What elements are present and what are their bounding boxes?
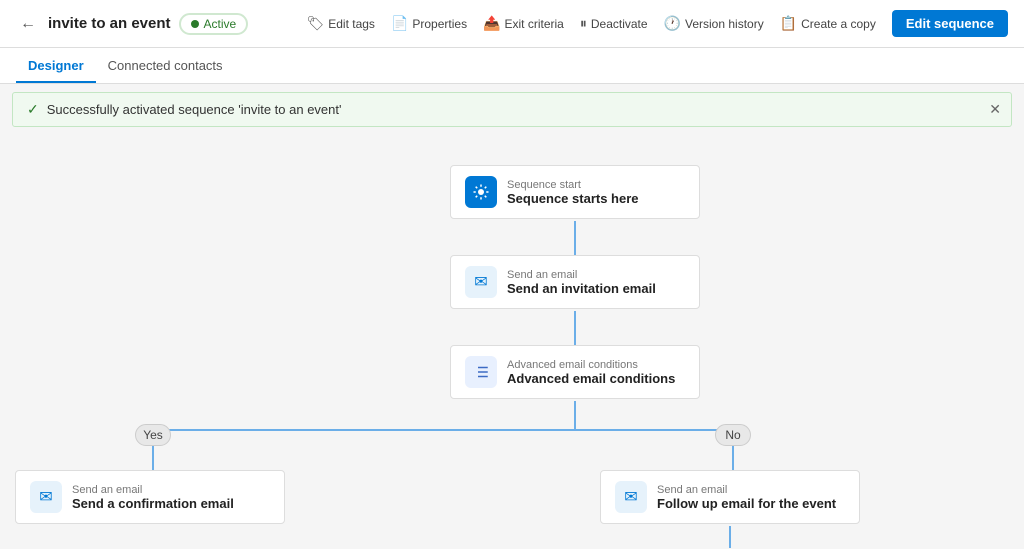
send-invitation-label-small: Send an email bbox=[507, 269, 656, 281]
follow-up-email-labels: Send an email Follow up email for the ev… bbox=[657, 484, 836, 511]
sequence-start-label-small: Sequence start bbox=[507, 179, 639, 191]
exit-criteria-icon: 📤 bbox=[483, 15, 500, 32]
send-confirmation-label-small: Send an email bbox=[72, 484, 234, 496]
advanced-conditions-1-labels: Advanced email conditions Advanced email… bbox=[507, 359, 675, 386]
sequence-start-labels: Sequence start Sequence starts here bbox=[507, 179, 639, 206]
edit-tags-button[interactable]: 🏷 Edit tags bbox=[306, 15, 374, 32]
create-copy-button[interactable]: 📋 Create a copy bbox=[780, 15, 876, 32]
header-actions: 🏷 Edit tags 📄 Properties 📤 Exit criteria… bbox=[306, 10, 1008, 37]
success-icon: ✓ bbox=[27, 101, 39, 118]
deactivate-icon: ⏸ bbox=[580, 15, 587, 32]
back-button[interactable]: ← bbox=[16, 11, 40, 37]
send-confirmation-labels: Send an email Send a confirmation email bbox=[72, 484, 234, 511]
properties-button[interactable]: 📄 Properties bbox=[391, 15, 467, 32]
edit-sequence-button[interactable]: Edit sequence bbox=[892, 10, 1008, 37]
sequence-start-label-main: Sequence starts here bbox=[507, 191, 639, 206]
banner-message: Successfully activated sequence 'invite … bbox=[47, 102, 342, 117]
properties-label: Properties bbox=[412, 17, 467, 31]
copy-icon: 📋 bbox=[780, 15, 797, 32]
exit-criteria-button[interactable]: 📤 Exit criteria bbox=[483, 15, 564, 32]
create-copy-label: Create a copy bbox=[801, 17, 876, 31]
app-header: ← invite to an event Active 🏷 Edit tags … bbox=[0, 0, 1024, 48]
send-confirmation-icon: ✉ bbox=[30, 481, 62, 513]
send-invitation-labels: Send an email Send an invitation email bbox=[507, 269, 656, 296]
tab-designer[interactable]: Designer bbox=[16, 50, 96, 83]
tab-connected-contacts[interactable]: Connected contacts bbox=[96, 50, 235, 83]
version-history-label: Version history bbox=[685, 17, 764, 31]
node-send-confirmation[interactable]: ✉ Send an email Send a confirmation emai… bbox=[15, 470, 285, 524]
node-sequence-start[interactable]: Sequence start Sequence starts here bbox=[450, 165, 700, 219]
yes-branch-label: Yes bbox=[135, 424, 171, 446]
sequence-title: invite to an event bbox=[48, 15, 171, 32]
send-invitation-label-main: Send an invitation email bbox=[507, 281, 656, 296]
properties-icon: 📄 bbox=[391, 15, 408, 32]
advanced-conditions-1-icon bbox=[465, 356, 497, 388]
deactivate-label: Deactivate bbox=[591, 17, 648, 31]
advanced-conditions-1-label-small: Advanced email conditions bbox=[507, 359, 675, 371]
advanced-conditions-1-label-main: Advanced email conditions bbox=[507, 371, 675, 386]
sequence-start-icon bbox=[465, 176, 497, 208]
send-invitation-icon: ✉ bbox=[465, 266, 497, 298]
send-confirmation-label-main: Send a confirmation email bbox=[72, 496, 234, 511]
node-follow-up-email[interactable]: ✉ Send an email Follow up email for the … bbox=[600, 470, 860, 524]
history-icon: 🕐 bbox=[664, 15, 681, 32]
exit-criteria-label: Exit criteria bbox=[505, 17, 564, 31]
active-label: Active bbox=[204, 17, 237, 31]
follow-up-email-label-main: Follow up email for the event bbox=[657, 496, 836, 511]
edit-tags-label: Edit tags bbox=[328, 17, 375, 31]
follow-up-email-icon: ✉ bbox=[615, 481, 647, 513]
node-advanced-conditions-1[interactable]: Advanced email conditions Advanced email… bbox=[450, 345, 700, 399]
close-banner-button[interactable]: ✕ bbox=[989, 101, 1001, 118]
flow-canvas: Sequence start Sequence starts here ✉ Se… bbox=[0, 135, 1024, 548]
follow-up-email-label-small: Send an email bbox=[657, 484, 836, 496]
success-banner: ✓ Successfully activated sequence 'invit… bbox=[12, 92, 1012, 127]
active-badge: Active bbox=[179, 13, 249, 35]
no-branch-label: No bbox=[715, 424, 751, 446]
version-history-button[interactable]: 🕐 Version history bbox=[664, 15, 764, 32]
tab-bar: Designer Connected contacts bbox=[0, 48, 1024, 84]
active-dot bbox=[191, 20, 199, 28]
node-send-invitation[interactable]: ✉ Send an email Send an invitation email bbox=[450, 255, 700, 309]
deactivate-button[interactable]: ⏸ Deactivate bbox=[580, 15, 648, 32]
tag-icon: 🏷 bbox=[306, 15, 324, 32]
